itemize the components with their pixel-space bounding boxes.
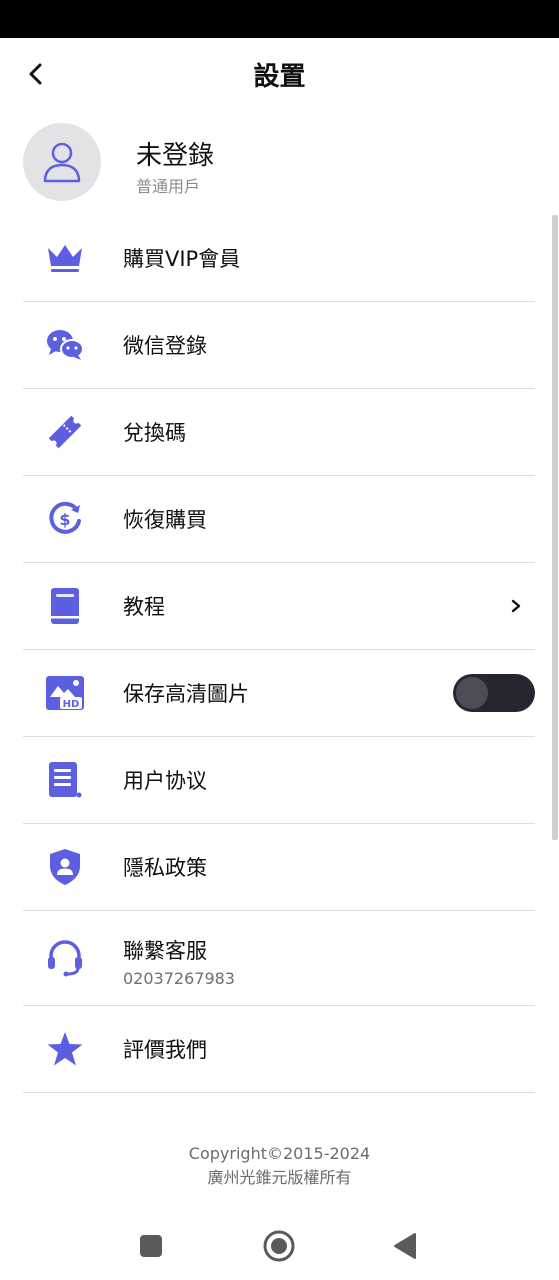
shield-user-icon: [45, 847, 85, 887]
menu-item-vip[interactable]: 購買VIP會員: [23, 215, 535, 302]
menu-label-redeem: 兌換碼: [123, 421, 186, 445]
svg-text:HD: HD: [63, 699, 80, 710]
toggle-knob: [456, 677, 488, 709]
menu-item-wechat[interactable]: 微信登錄: [23, 302, 535, 389]
square-icon: [140, 1235, 162, 1257]
crown-icon: [45, 238, 85, 278]
menu-item-hd[interactable]: HD 保存高清圖片: [23, 650, 535, 737]
dollar-refresh-icon: $: [45, 499, 85, 539]
book-icon: [45, 586, 85, 626]
ticket-icon: [45, 412, 85, 452]
document-icon: [45, 760, 85, 800]
triangle-back-icon: [394, 1233, 416, 1259]
status-bar: [0, 0, 559, 38]
hd-image-icon: HD: [45, 673, 85, 713]
recent-apps-button[interactable]: [133, 1228, 169, 1264]
home-button[interactable]: [261, 1228, 297, 1264]
menu-item-privacy[interactable]: 隱私政策: [23, 824, 535, 911]
menu-label-hd: 保存高清圖片: [123, 682, 249, 706]
profile-section[interactable]: 未登錄 普通用戶: [23, 123, 535, 203]
menu-item-agreement[interactable]: 用户协议: [23, 737, 535, 824]
hd-toggle[interactable]: [453, 674, 535, 712]
footer: Copyright©2015-2024 廣州光錐元版權所有: [0, 1142, 559, 1190]
avatar[interactable]: [23, 123, 101, 201]
menu-label-agreement: 用户协议: [123, 769, 207, 793]
scrollbar[interactable]: [552, 215, 558, 840]
header: 設置: [0, 38, 559, 110]
chevron-right-icon: [509, 597, 523, 615]
profile-subtitle: 普通用戶: [136, 177, 201, 196]
menu-item-rate[interactable]: 評價我們: [23, 1006, 535, 1093]
system-nav-bar: [0, 1208, 559, 1280]
menu-label-rate: 評價我們: [123, 1038, 207, 1062]
back-nav-button[interactable]: [387, 1228, 423, 1264]
settings-menu: 購買VIP會員 微信登錄 兌換碼 $ 恢復購買 教程 HD 保存高清圖片 用户协…: [23, 215, 535, 1093]
wechat-icon: [45, 325, 85, 365]
user-icon: [43, 142, 81, 183]
menu-label-privacy: 隱私政策: [123, 856, 207, 880]
menu-label-support: 聯繫客服: [123, 939, 207, 963]
company-text: 廣州光錐元版權所有: [207, 1168, 352, 1187]
menu-label-restore: 恢復購買: [123, 508, 207, 532]
star-icon: [45, 1029, 85, 1069]
svg-text:$: $: [59, 510, 70, 529]
menu-label-tutorial: 教程: [123, 595, 165, 619]
page-title: 設置: [253, 62, 306, 92]
menu-item-redeem[interactable]: 兌換碼: [23, 389, 535, 476]
menu-item-support[interactable]: 聯繫客服 02037267983: [23, 911, 535, 1006]
copyright-text: Copyright©2015-2024: [188, 1144, 371, 1163]
home-circle-icon: [263, 1230, 295, 1262]
menu-item-restore[interactable]: $ 恢復購買: [23, 476, 535, 563]
menu-item-tutorial[interactable]: 教程: [23, 563, 535, 650]
headset-icon: [45, 938, 85, 978]
menu-label-vip: 購買VIP會員: [123, 247, 241, 271]
profile-name: 未登錄: [136, 141, 215, 171]
support-phone: 02037267983: [123, 969, 235, 988]
menu-label-wechat: 微信登錄: [123, 334, 207, 358]
